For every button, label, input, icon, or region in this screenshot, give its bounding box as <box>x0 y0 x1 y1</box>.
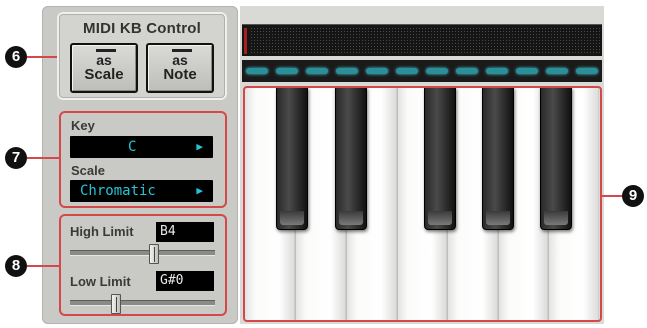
scale-label: Scale <box>71 163 105 178</box>
callout-6: 6 <box>5 46 27 68</box>
led <box>246 68 268 74</box>
play-arrow-icon: ▶ <box>196 184 203 197</box>
as-note-line2: Note <box>163 66 197 83</box>
callout-9-box <box>243 86 602 322</box>
led-indicator-row <box>242 60 602 82</box>
led <box>576 68 598 74</box>
high-limit-label: High Limit <box>70 224 134 239</box>
callout-8-line <box>27 265 59 267</box>
display-marker <box>244 28 247 54</box>
note-display <box>242 24 602 56</box>
led <box>366 68 388 74</box>
key-selector[interactable]: C ▶ <box>70 136 213 158</box>
as-scale-line2: Scale <box>84 66 124 83</box>
play-arrow-icon: ▶ <box>196 140 203 153</box>
low-limit-slider-track[interactable] <box>70 300 215 306</box>
callout-9: 9 <box>622 185 644 207</box>
note-display-dots <box>244 28 600 54</box>
key-value: C <box>128 139 137 155</box>
led <box>336 68 358 74</box>
as-scale-button[interactable]: as Scale <box>70 43 138 93</box>
high-limit-slider-thumb[interactable] <box>149 244 159 264</box>
led <box>426 68 448 74</box>
scale-value: Chromatic <box>80 183 156 199</box>
led <box>546 68 568 74</box>
high-limit-value[interactable]: B4 <box>156 222 214 242</box>
led <box>276 68 298 74</box>
key-label: Key <box>71 118 95 133</box>
led <box>456 68 478 74</box>
led <box>306 68 328 74</box>
as-note-button[interactable]: as Note <box>146 43 214 93</box>
low-limit-slider-thumb[interactable] <box>111 294 121 314</box>
high-limit-slider-track[interactable] <box>70 250 215 256</box>
midi-kb-control-title: MIDI KB Control <box>83 20 201 37</box>
callout-6-line <box>27 56 59 58</box>
led <box>396 68 418 74</box>
led <box>516 68 538 74</box>
scale-selector[interactable]: Chromatic ▶ <box>70 180 213 202</box>
as-scale-line1: as <box>96 52 112 68</box>
callout-7: 7 <box>5 147 27 169</box>
callout-9-line <box>602 195 622 197</box>
callout-7-line <box>27 157 59 159</box>
callout-8: 8 <box>5 255 27 277</box>
as-note-line1: as <box>172 52 188 68</box>
low-limit-value[interactable]: G#0 <box>156 271 214 291</box>
led <box>486 68 508 74</box>
low-limit-label: Low Limit <box>70 274 131 289</box>
